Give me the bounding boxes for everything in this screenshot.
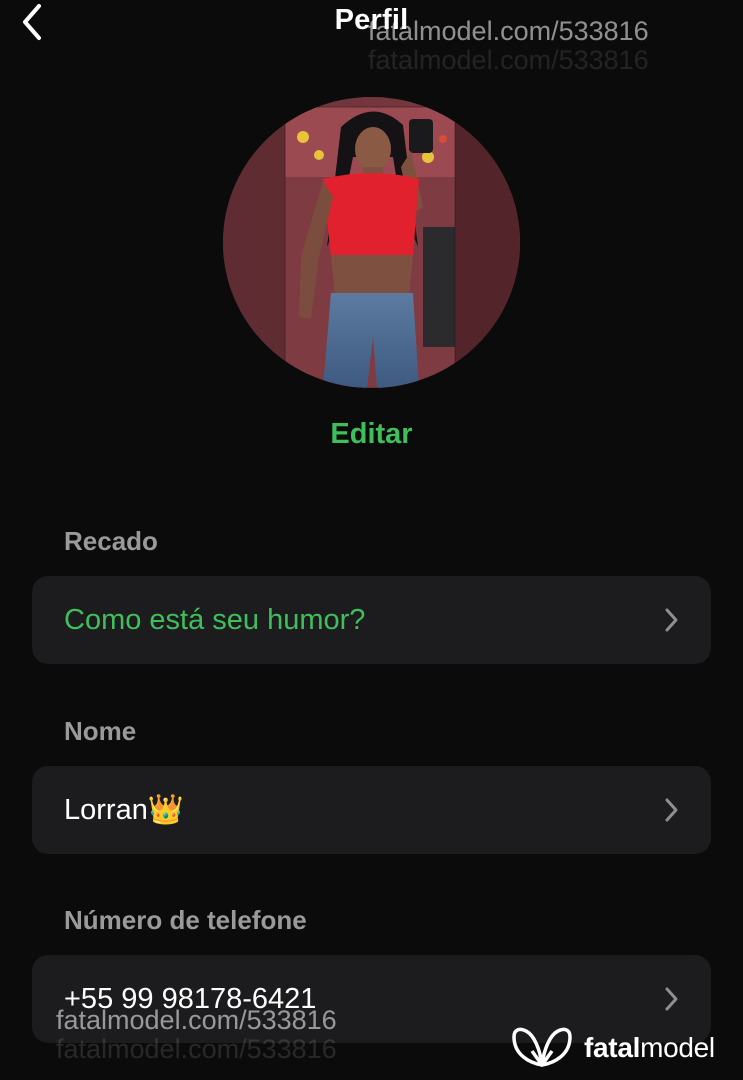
brand-name: fatalmodel bbox=[584, 1032, 715, 1064]
chevron-right-icon bbox=[665, 608, 678, 632]
row-value-nome: Lorran👑 bbox=[64, 794, 184, 826]
profile-photo bbox=[223, 97, 520, 388]
chevron-right-icon bbox=[665, 987, 678, 1011]
brand-name-light: model bbox=[640, 1032, 715, 1063]
brand-name-bold: fatal bbox=[584, 1032, 641, 1063]
section-label-recado: Recado bbox=[64, 526, 158, 556]
section-label-telefone: Número de telefone bbox=[64, 905, 307, 935]
brand-logo: fatalmodel bbox=[510, 1024, 715, 1072]
page-title: Perfil bbox=[334, 4, 409, 36]
row-value-recado: Como está seu humor? bbox=[64, 604, 366, 636]
edit-photo-link[interactable]: Editar bbox=[0, 418, 743, 451]
avatar[interactable] bbox=[223, 97, 520, 388]
row-recado[interactable]: Como está seu humor? bbox=[32, 576, 711, 664]
header: Perfil bbox=[0, 0, 743, 50]
row-nome[interactable]: Lorran👑 bbox=[32, 766, 711, 854]
watermark-text-faint: fatalmodel.com/533816 bbox=[368, 45, 649, 75]
row-value-telefone: +55 99 98178-6421 bbox=[64, 983, 317, 1015]
butterfly-logo-icon bbox=[512, 1027, 572, 1067]
chevron-right-icon bbox=[665, 798, 678, 822]
section-label-nome: Nome bbox=[64, 716, 137, 746]
